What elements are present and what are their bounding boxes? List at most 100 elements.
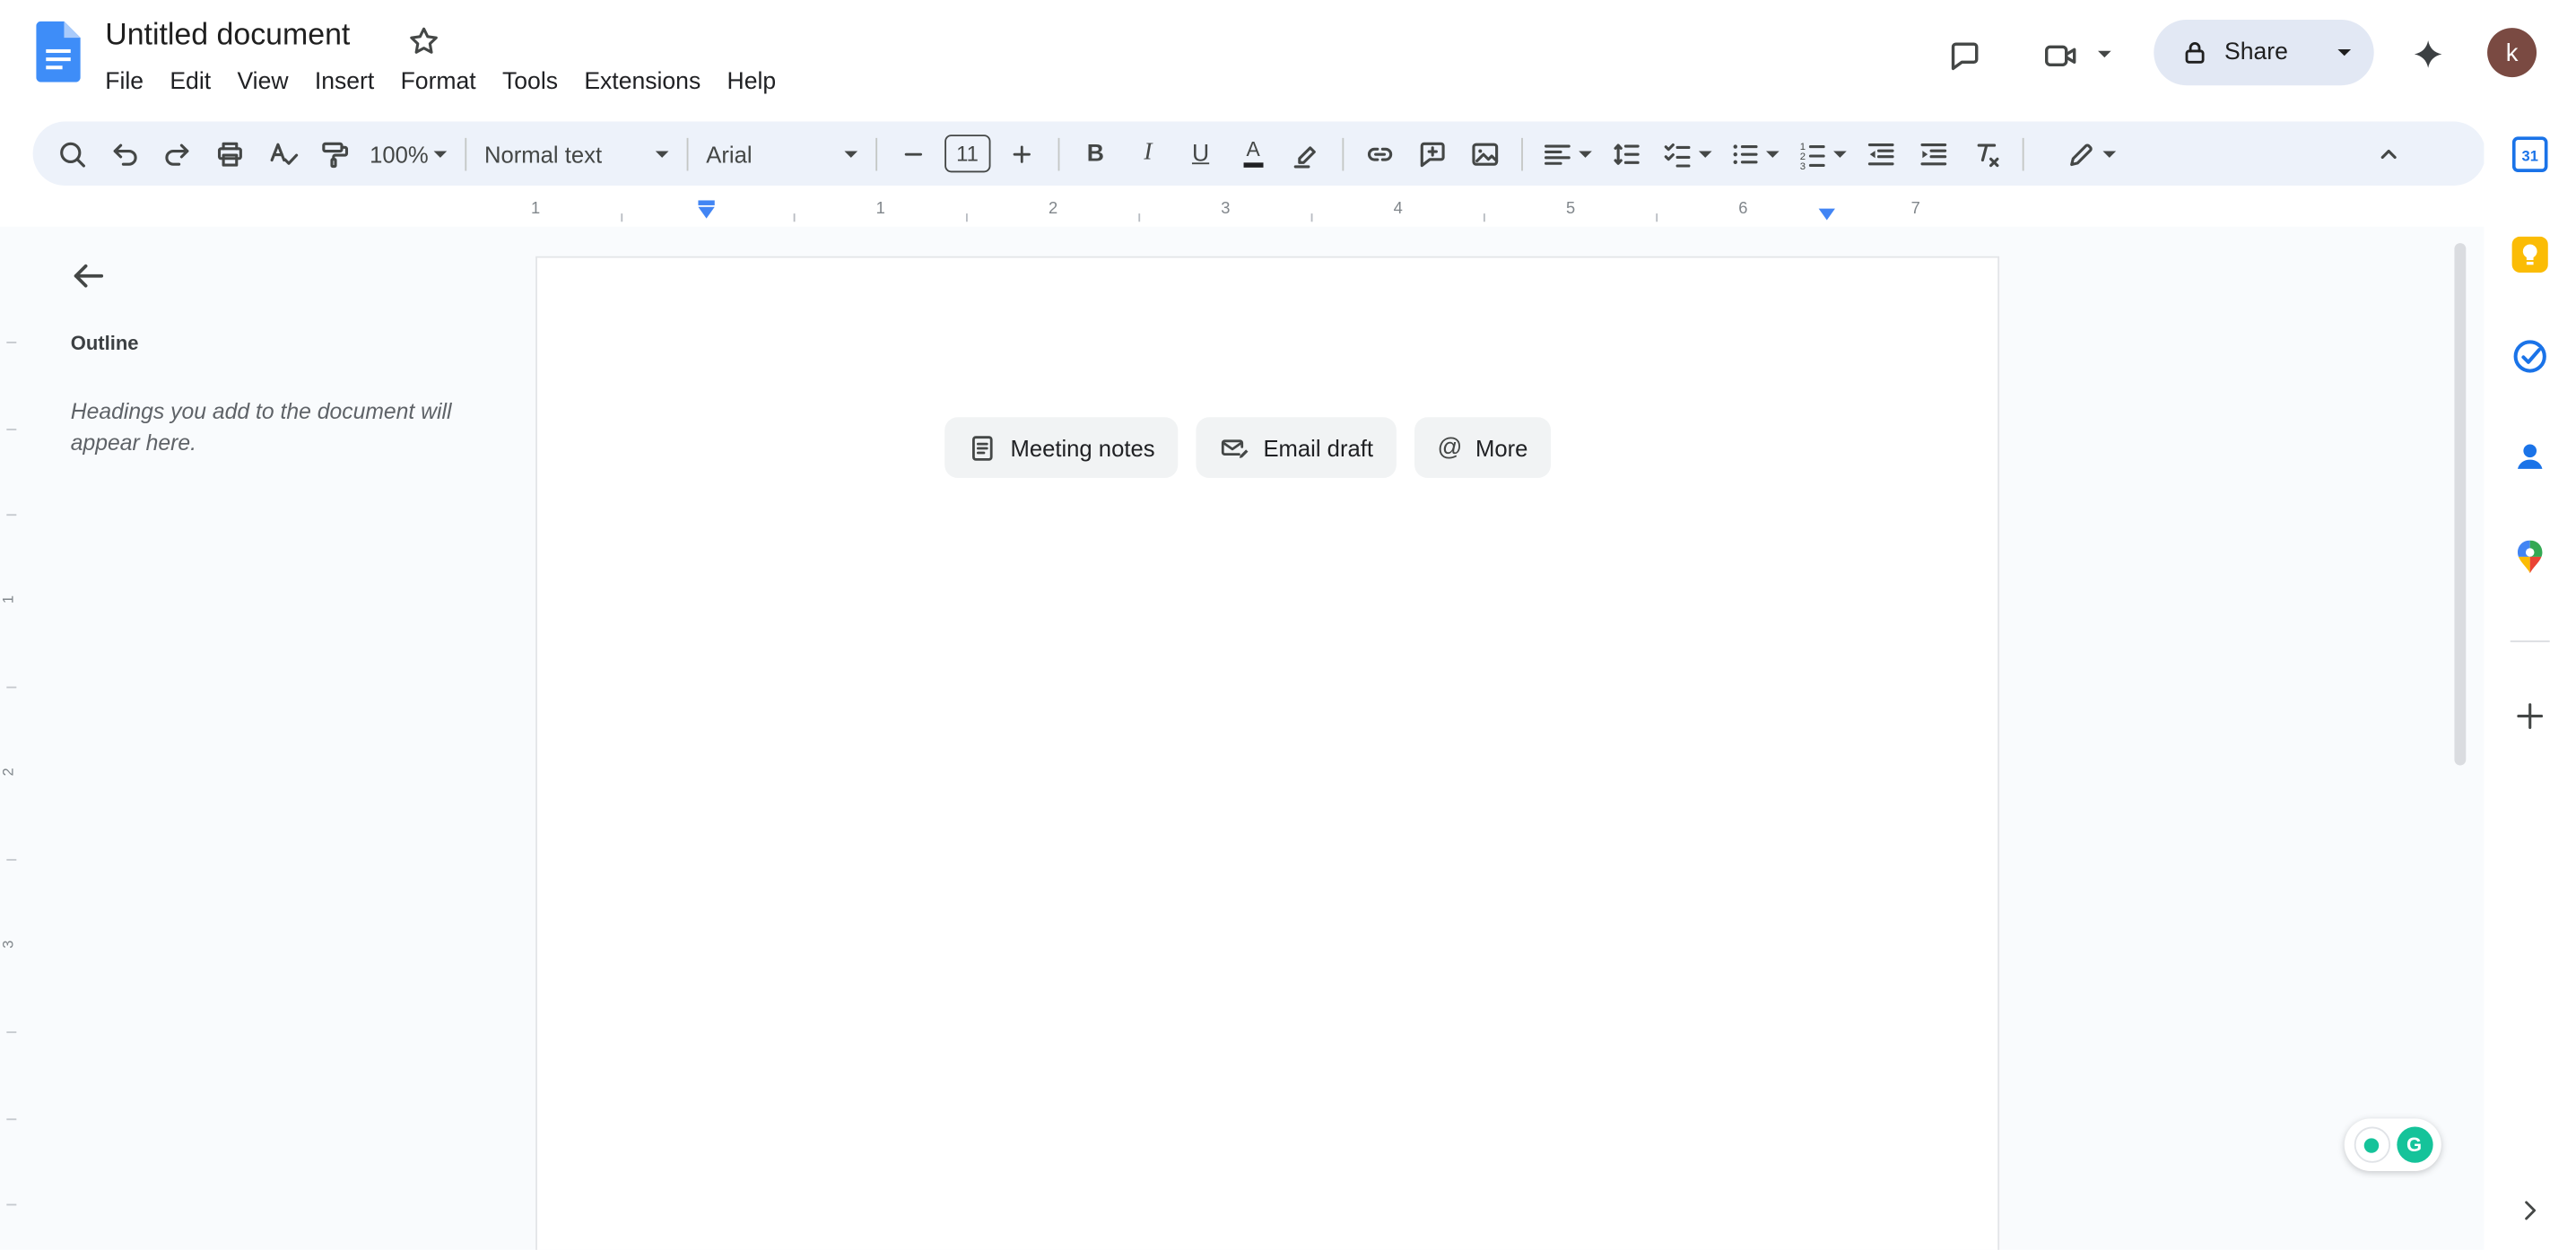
spell-check-button[interactable] bbox=[258, 129, 308, 178]
search-menus-button[interactable] bbox=[48, 129, 97, 178]
document-title[interactable]: Untitled document bbox=[105, 16, 350, 52]
menu-format[interactable]: Format bbox=[387, 61, 489, 104]
more-blocks-chip[interactable]: @ More bbox=[1414, 417, 1551, 478]
redo-button[interactable] bbox=[152, 129, 202, 178]
increase-font-size-button[interactable] bbox=[996, 129, 1046, 178]
share-button[interactable]: Share bbox=[2154, 20, 2373, 85]
bold-button[interactable]: B bbox=[1071, 129, 1120, 178]
account-avatar[interactable]: k bbox=[2487, 28, 2537, 77]
menu-file[interactable]: File bbox=[92, 61, 157, 104]
calendar-app-button[interactable]: 31 bbox=[2497, 122, 2563, 187]
toolbar-separator bbox=[686, 137, 688, 170]
checklist-button[interactable] bbox=[1652, 129, 1719, 178]
close-outline-button[interactable] bbox=[63, 249, 116, 302]
ruler-number: 3 bbox=[1221, 200, 1230, 218]
chevron-right-icon bbox=[2515, 1195, 2545, 1225]
link-icon bbox=[1363, 137, 1397, 170]
rail-divider bbox=[2511, 640, 2550, 642]
paint-format-button[interactable] bbox=[310, 129, 360, 178]
grammarly-widget: G bbox=[2345, 1118, 2441, 1171]
join-call-button[interactable] bbox=[2035, 30, 2088, 82]
increase-indent-button[interactable] bbox=[1909, 129, 1958, 178]
horizontal-ruler: 1 1 2 3 4 5 6 7 bbox=[0, 197, 2484, 227]
zoom-select[interactable]: 100% bbox=[361, 129, 455, 178]
numbered-list-icon: 1 2 3 bbox=[1796, 137, 1829, 170]
star-button[interactable] bbox=[401, 18, 447, 64]
email-draft-chip[interactable]: Email draft bbox=[1196, 417, 1396, 478]
outline-hint-text: Headings you add to the document will ap… bbox=[71, 395, 485, 458]
line-spacing-button[interactable] bbox=[1601, 129, 1650, 178]
highlight-color-button[interactable] bbox=[1281, 129, 1330, 178]
share-dropdown-arrow[interactable] bbox=[2337, 49, 2351, 56]
underline-icon: U bbox=[1192, 141, 1209, 167]
keep-app-button[interactable] bbox=[2497, 221, 2563, 287]
insert-image-button[interactable] bbox=[1460, 129, 1510, 178]
tasks-icon bbox=[2512, 338, 2548, 374]
italic-button[interactable]: I bbox=[1123, 129, 1172, 178]
chip-label: Meeting notes bbox=[1010, 434, 1154, 460]
maps-app-button[interactable] bbox=[2497, 524, 2563, 589]
style-dropdown-arrow bbox=[655, 151, 668, 157]
bold-icon: B bbox=[1087, 141, 1104, 167]
align-button[interactable] bbox=[1533, 129, 1600, 178]
align-dropdown-arrow bbox=[1579, 151, 1592, 157]
undo-button[interactable] bbox=[100, 129, 150, 178]
menu-tools[interactable]: Tools bbox=[489, 61, 570, 104]
menu-help[interactable]: Help bbox=[714, 61, 789, 104]
app-root: Untitled document File Edit View Insert … bbox=[0, 0, 2576, 1250]
underline-button[interactable]: U bbox=[1176, 129, 1225, 178]
contacts-icon bbox=[2512, 438, 2548, 474]
toolbar-separator bbox=[1057, 137, 1059, 170]
google-docs-app: Untitled document File Edit View Insert … bbox=[0, 0, 2576, 1250]
keep-icon bbox=[2512, 237, 2548, 273]
at-icon: @ bbox=[1437, 434, 1462, 462]
add-comment-button[interactable] bbox=[1407, 129, 1457, 178]
outline-panel-title: Outline bbox=[71, 332, 139, 355]
contacts-app-button[interactable] bbox=[2497, 424, 2563, 490]
clear-formatting-button[interactable] bbox=[1962, 129, 2011, 178]
decrease-font-size-button[interactable] bbox=[889, 129, 938, 178]
svg-text:31: 31 bbox=[2522, 148, 2538, 164]
menu-edit[interactable]: Edit bbox=[157, 61, 224, 104]
text-color-button[interactable]: A bbox=[1229, 129, 1278, 178]
tasks-app-button[interactable] bbox=[2497, 324, 2563, 389]
email-compose-icon bbox=[1219, 433, 1250, 463]
numbered-list-button[interactable]: 1 2 3 bbox=[1787, 129, 1854, 178]
toolbar-separator bbox=[1521, 137, 1523, 170]
grammarly-tone-button[interactable] bbox=[2354, 1126, 2389, 1162]
open-comments-button[interactable] bbox=[1938, 30, 1991, 82]
get-add-ons-button[interactable] bbox=[2497, 683, 2563, 749]
arrow-left-icon bbox=[69, 256, 109, 296]
first-line-indent-marker[interactable] bbox=[698, 200, 714, 218]
plus-icon bbox=[2512, 698, 2548, 734]
vertical-ruler: 1 2 3 bbox=[0, 227, 26, 1250]
hide-menus-button[interactable] bbox=[2364, 129, 2414, 178]
meeting-notes-chip[interactable]: Meeting notes bbox=[944, 417, 1178, 478]
menu-extensions[interactable]: Extensions bbox=[571, 61, 714, 104]
paragraph-style-select[interactable]: Normal text bbox=[476, 129, 676, 178]
gemini-button[interactable] bbox=[2406, 33, 2451, 79]
checklist-icon bbox=[1660, 137, 1693, 170]
ruler-number: 1 bbox=[0, 588, 16, 612]
right-indent-marker[interactable] bbox=[1819, 209, 1835, 221]
hide-side-panel-button[interactable] bbox=[2503, 1185, 2556, 1237]
share-button-label: Share bbox=[2224, 39, 2323, 65]
vertical-scrollbar[interactable] bbox=[2454, 243, 2466, 765]
redo-icon bbox=[161, 137, 194, 170]
docs-logo-icon[interactable] bbox=[36, 22, 80, 82]
building-blocks-row: Meeting notes Email draft @ More bbox=[944, 417, 1551, 478]
grammarly-button[interactable]: G bbox=[2396, 1126, 2432, 1162]
bulleted-list-button[interactable] bbox=[1719, 129, 1787, 178]
side-panel-rail: 31 bbox=[2484, 112, 2576, 1250]
decrease-indent-button[interactable] bbox=[1856, 129, 1905, 178]
font-family-select[interactable]: Arial bbox=[698, 129, 866, 178]
document-page[interactable]: Meeting notes Email draft @ More bbox=[535, 256, 1999, 1250]
call-dropdown-arrow[interactable] bbox=[2098, 51, 2111, 57]
menu-insert[interactable]: Insert bbox=[301, 61, 387, 104]
insert-link-button[interactable] bbox=[1355, 129, 1405, 178]
font-size-input[interactable]: 11 bbox=[944, 135, 990, 172]
editing-mode-button[interactable] bbox=[2057, 129, 2124, 178]
print-button[interactable] bbox=[205, 129, 255, 178]
menu-view[interactable]: View bbox=[224, 61, 301, 104]
toolbar: 100% Normal text Arial 11 B I U bbox=[33, 122, 2486, 186]
